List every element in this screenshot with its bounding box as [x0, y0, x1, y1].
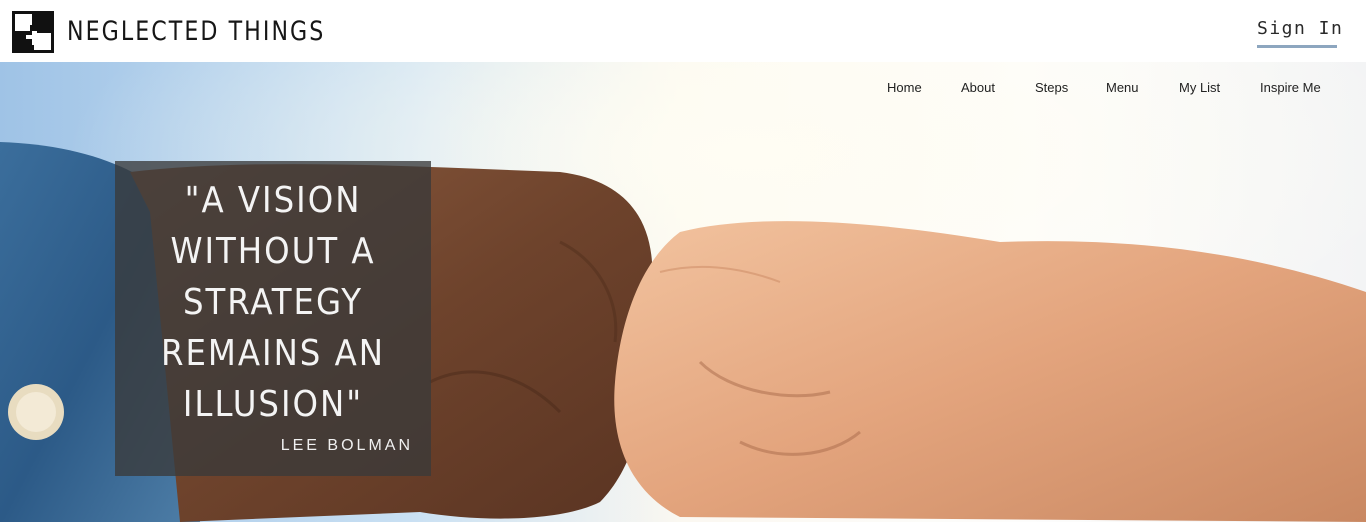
hero-banner: "A VISION WITHOUT A STRATEGY REMAINS AN …: [0, 62, 1366, 522]
site-header: NEGLECTED THINGS Sign In: [0, 0, 1366, 62]
quote-text: "A VISION WITHOUT A STRATEGY REMAINS AN …: [160, 180, 386, 425]
quote-card: "A VISION WITHOUT A STRATEGY REMAINS AN …: [115, 161, 431, 476]
logo-icon[interactable]: [12, 11, 54, 53]
sign-in-underline: [1257, 45, 1337, 48]
nav-item-about[interactable]: About: [961, 80, 995, 95]
site-brand[interactable]: NEGLECTED THINGS: [67, 14, 325, 50]
nav-item-menu[interactable]: Menu: [1106, 80, 1139, 95]
nav-item-steps[interactable]: Steps: [1035, 80, 1068, 95]
quote-author: LEE BOLMAN: [280, 437, 413, 454]
nav-item-inspire-me[interactable]: Inspire Me: [1260, 80, 1321, 95]
sign-in-link[interactable]: Sign In: [1257, 18, 1342, 48]
nav-item-home[interactable]: Home: [887, 80, 922, 95]
nav-item-my-list[interactable]: My List: [1179, 80, 1220, 95]
